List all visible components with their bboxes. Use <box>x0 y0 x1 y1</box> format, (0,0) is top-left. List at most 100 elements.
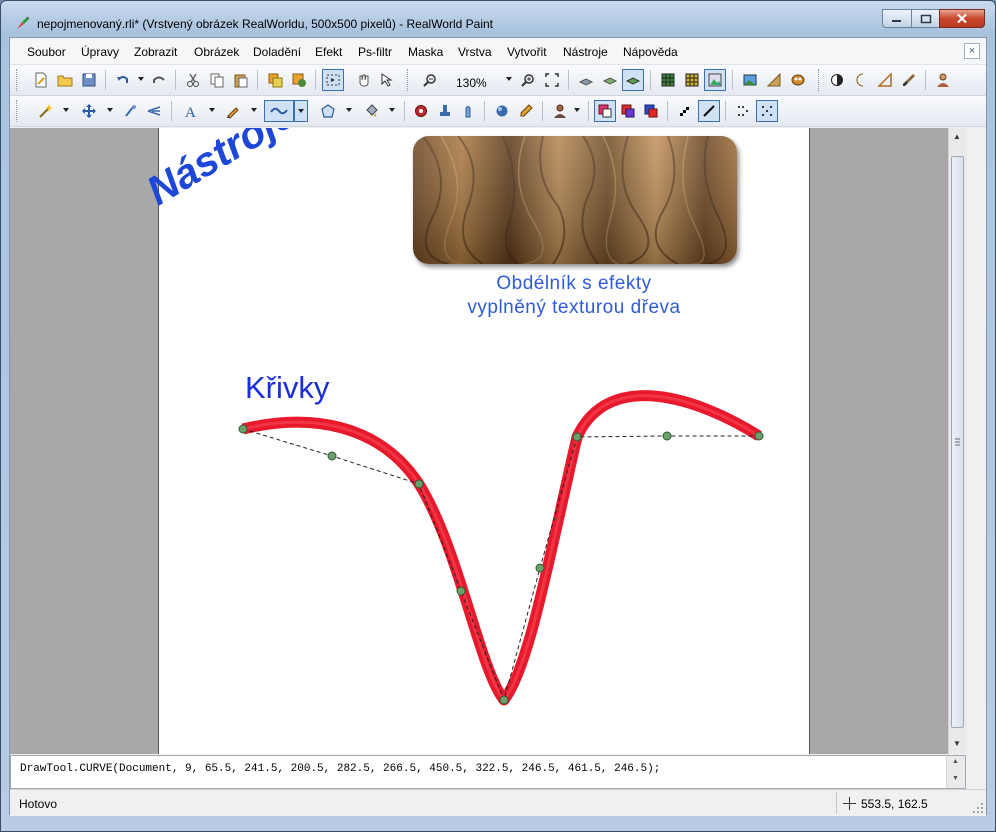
layer-active-icon[interactable] <box>622 69 644 91</box>
curve-dropdown-button[interactable] <box>294 100 308 122</box>
minimize-button[interactable] <box>882 9 912 28</box>
toolbar-grip[interactable] <box>16 69 20 91</box>
eyedropper-icon[interactable] <box>515 100 537 122</box>
menu-soubor[interactable]: Soubor <box>27 45 66 59</box>
layer-up-icon[interactable] <box>599 69 621 91</box>
user-icon[interactable] <box>932 69 954 91</box>
move-icon[interactable] <box>78 100 100 122</box>
redo-icon[interactable] <box>148 69 170 91</box>
magic-wand-icon[interactable] <box>34 100 56 122</box>
zoom-dropdown-arrow[interactable] <box>506 77 512 81</box>
layers-icon[interactable] <box>264 69 286 91</box>
triangle-icon[interactable] <box>763 69 785 91</box>
undo-dropdown-arrow[interactable] <box>138 77 144 81</box>
brush-icon[interactable] <box>898 69 920 91</box>
menu-ps-filtr[interactable]: Ps-filtr <box>358 45 392 59</box>
pencil-dropdown-arrow[interactable] <box>251 108 257 112</box>
zoom-out-icon[interactable] <box>419 69 441 91</box>
menu-vytvorit[interactable]: Vytvořit <box>507 45 547 59</box>
selection-tool-icon[interactable] <box>322 69 344 91</box>
fill-icon[interactable] <box>360 100 382 122</box>
vertical-scrollbar[interactable]: ▲ ▼ <box>948 128 967 754</box>
scroll-down-arrow-icon[interactable]: ▼ <box>953 739 961 748</box>
pointer-icon[interactable] <box>376 69 398 91</box>
scrollbar-thumb[interactable] <box>951 156 964 728</box>
fill-dropdown-arrow[interactable] <box>389 108 395 112</box>
polygon-icon[interactable] <box>317 100 339 122</box>
image-icon[interactable] <box>704 69 726 91</box>
maximize-button[interactable] <box>912 9 939 28</box>
document-close-button[interactable]: × <box>964 43 980 59</box>
stamp-icon[interactable] <box>434 100 456 122</box>
window-controls <box>882 9 985 29</box>
color-swap-icon[interactable] <box>594 100 616 122</box>
person-icon[interactable] <box>549 100 571 122</box>
landscape-icon[interactable] <box>739 69 761 91</box>
person-dropdown-arrow[interactable] <box>574 108 580 112</box>
cut-icon[interactable] <box>182 69 204 91</box>
color-overlay-icon[interactable] <box>640 100 662 122</box>
line-icon[interactable] <box>698 100 720 122</box>
grid-icon[interactable] <box>657 69 679 91</box>
image-workspace[interactable]: Nástroje Obdélník s efekty vyplněný text… <box>10 128 948 754</box>
menu-nastroje[interactable]: Nástroje <box>563 45 608 59</box>
layer-down-icon[interactable] <box>575 69 597 91</box>
sphere-icon[interactable] <box>491 100 513 122</box>
wand-dropdown-arrow[interactable] <box>63 108 69 112</box>
retouch-icon[interactable] <box>120 100 142 122</box>
menu-napoveda[interactable]: Nápověda <box>623 45 678 59</box>
text-dropdown-arrow[interactable] <box>209 108 215 112</box>
menu-zobrazit[interactable]: Zobrazit <box>134 45 177 59</box>
menu-upravy[interactable]: Úpravy <box>81 45 119 59</box>
moon-icon[interactable] <box>850 69 872 91</box>
layer-effects-icon[interactable] <box>288 69 310 91</box>
menu-vrstva[interactable]: Vrstva <box>458 45 492 59</box>
pattern-icon[interactable] <box>674 100 696 122</box>
pixel-grid-icon[interactable] <box>681 69 703 91</box>
contrast-icon[interactable] <box>826 69 848 91</box>
finger-icon[interactable] <box>457 100 479 122</box>
zoom-in-icon[interactable] <box>517 69 539 91</box>
menu-doladeni[interactable]: Doladění <box>253 45 301 59</box>
ruler-icon[interactable] <box>874 69 896 91</box>
text-icon[interactable]: A <box>180 100 202 122</box>
save-icon[interactable] <box>78 69 100 91</box>
hand-icon[interactable] <box>353 69 375 91</box>
pencil-icon[interactable] <box>222 100 244 122</box>
title-bar[interactable]: nepojmenovaný.rli* (Vrstvený obrázek Rea… <box>1 1 995 37</box>
curve-control-point <box>754 431 764 441</box>
script-command-area[interactable]: DrawTool.CURVE(Document, 9, 65.5, 241.5,… <box>10 755 966 789</box>
menu-obrazek[interactable]: Obrázek <box>194 45 239 59</box>
menu-maska[interactable]: Maska <box>408 45 443 59</box>
toolbar-grip[interactable] <box>407 69 411 91</box>
undo-icon[interactable] <box>112 69 134 91</box>
scroll-up-arrow-icon[interactable]: ▲ <box>953 132 961 141</box>
color-mix-icon[interactable] <box>617 100 639 122</box>
mask-icon[interactable] <box>787 69 809 91</box>
script-scroll-down-icon[interactable]: ▼ <box>952 775 959 782</box>
polygon-dropdown-arrow[interactable] <box>346 108 352 112</box>
zoom-value[interactable]: 130% <box>456 76 487 90</box>
copy-icon[interactable] <box>206 69 228 91</box>
fit-screen-icon[interactable] <box>541 69 563 91</box>
selection-dots-icon[interactable] <box>756 100 778 122</box>
eye-icon[interactable] <box>410 100 432 122</box>
toolbar-grip[interactable] <box>16 100 20 122</box>
dots-icon[interactable] <box>732 100 754 122</box>
new-document-icon[interactable] <box>30 69 52 91</box>
menu-efekt[interactable]: Efekt <box>315 45 342 59</box>
script-command-text[interactable]: DrawTool.CURVE(Document, 9, 65.5, 241.5,… <box>20 763 660 775</box>
minimize-icon <box>892 19 901 22</box>
script-scrollbar[interactable]: ▲ ▼ <box>946 756 965 788</box>
clone-icon[interactable] <box>143 100 165 122</box>
resize-grip-icon[interactable] <box>972 802 984 814</box>
bezier-curve-drawing[interactable] <box>159 128 809 754</box>
close-button[interactable] <box>939 9 985 28</box>
open-folder-icon[interactable] <box>54 69 76 91</box>
paste-icon[interactable] <box>230 69 252 91</box>
toolbar-grip[interactable] <box>818 69 822 91</box>
document-canvas[interactable]: Nástroje Obdélník s efekty vyplněný text… <box>139 128 810 754</box>
script-scroll-up-icon[interactable]: ▲ <box>952 758 959 765</box>
move-dropdown-arrow[interactable] <box>107 108 113 112</box>
curve-icon[interactable] <box>264 100 294 122</box>
